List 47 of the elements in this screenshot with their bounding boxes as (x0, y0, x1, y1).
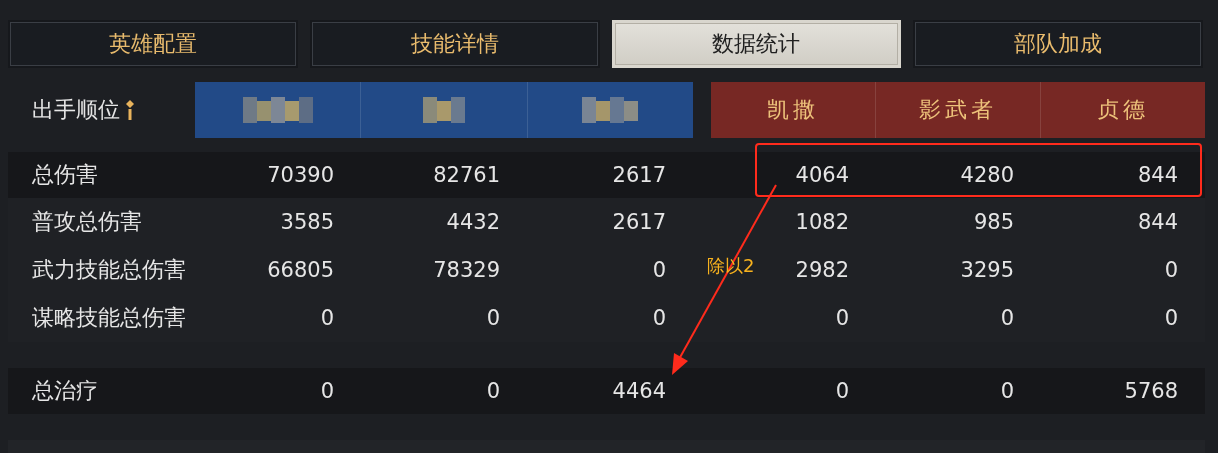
row-label: 出手顺位 (32, 96, 120, 124)
table-cell: 82761 (433, 163, 500, 187)
row-label: 总伤害 (32, 161, 98, 189)
tab[interactable]: 数据统计 (611, 20, 902, 68)
tab[interactable]: 部队加成 (913, 20, 1203, 68)
table-cell: 2617 (612, 163, 666, 187)
table-cell: 4064 (795, 163, 849, 187)
table-cell: 4432 (446, 210, 500, 234)
table-cell: 5768 (1124, 379, 1178, 403)
table-cell: 0 (320, 379, 334, 403)
redacted-name (582, 97, 639, 123)
table-cell: 0 (486, 379, 500, 403)
table-cell: 844 (1137, 210, 1178, 234)
table-cell: 985 (973, 210, 1014, 234)
row-label: 武力技能总伤害 (32, 256, 186, 284)
tab[interactable]: 技能详情 (309, 20, 600, 68)
table-cell: 78329 (433, 258, 500, 282)
table-cell: 70390 (267, 163, 334, 187)
table-cell: 0 (652, 258, 666, 282)
table-cell: 0 (835, 306, 849, 330)
tab[interactable]: 英雄配置 (8, 20, 298, 68)
table-cell: 3295 (960, 258, 1014, 282)
hero-name: 影武者 (919, 96, 997, 124)
row-label: 谋略技能总伤害 (32, 304, 186, 332)
table-cell: 2982 (795, 258, 849, 282)
redacted-name (242, 97, 313, 123)
table-cell: 4280 (960, 163, 1014, 187)
row-label: 总治疗 (32, 377, 98, 405)
table-cell: 0 (652, 306, 666, 330)
table-cell: 0 (835, 379, 849, 403)
table-cell: 0 (1164, 258, 1178, 282)
info-icon (126, 100, 134, 120)
table-cell: 0 (1000, 306, 1014, 330)
table-cell: 844 (1137, 163, 1178, 187)
table-cell: 2617 (612, 210, 666, 234)
hero-name: 贞德 (1097, 96, 1149, 124)
row-label: 普攻总伤害 (32, 208, 142, 236)
redacted-name (423, 97, 465, 123)
table-cell: 4464 (612, 379, 666, 403)
table-cell: 66805 (267, 258, 334, 282)
table-cell: 3585 (280, 210, 334, 234)
table-cell: 0 (320, 306, 334, 330)
hero-name: 凯撒 (767, 96, 819, 124)
table-cell: 0 (1164, 306, 1178, 330)
table-cell: 1082 (795, 210, 849, 234)
table-cell: 0 (1000, 379, 1014, 403)
table-cell: 0 (486, 306, 500, 330)
